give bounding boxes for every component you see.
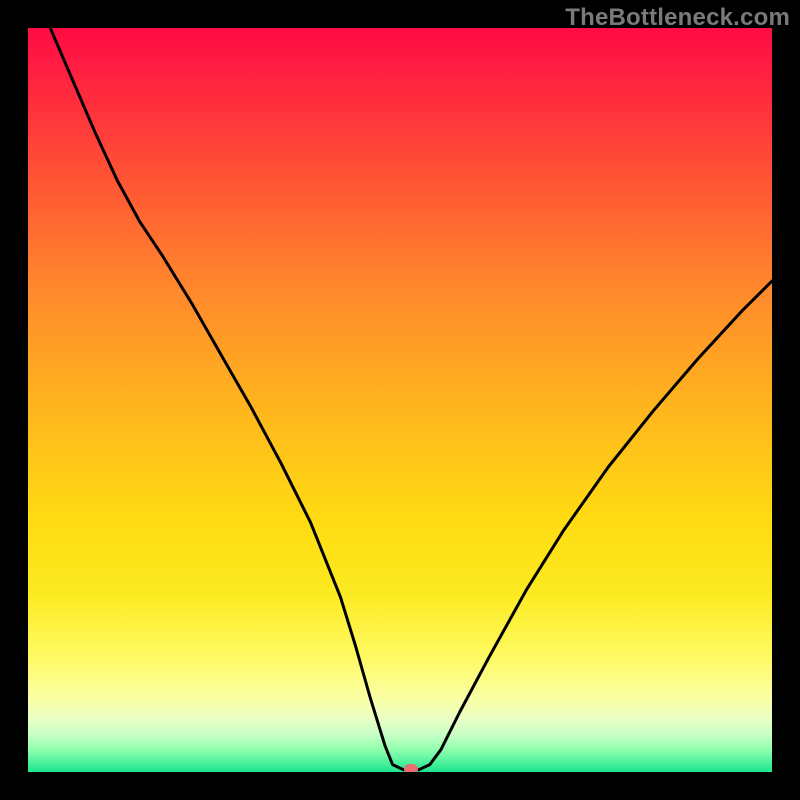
bottleneck-curve — [28, 28, 772, 772]
watermark-text: TheBottleneck.com — [565, 4, 790, 32]
minimum-marker — [404, 764, 418, 772]
plot-area — [28, 28, 772, 772]
chart-frame: TheBottleneck.com — [0, 0, 800, 800]
